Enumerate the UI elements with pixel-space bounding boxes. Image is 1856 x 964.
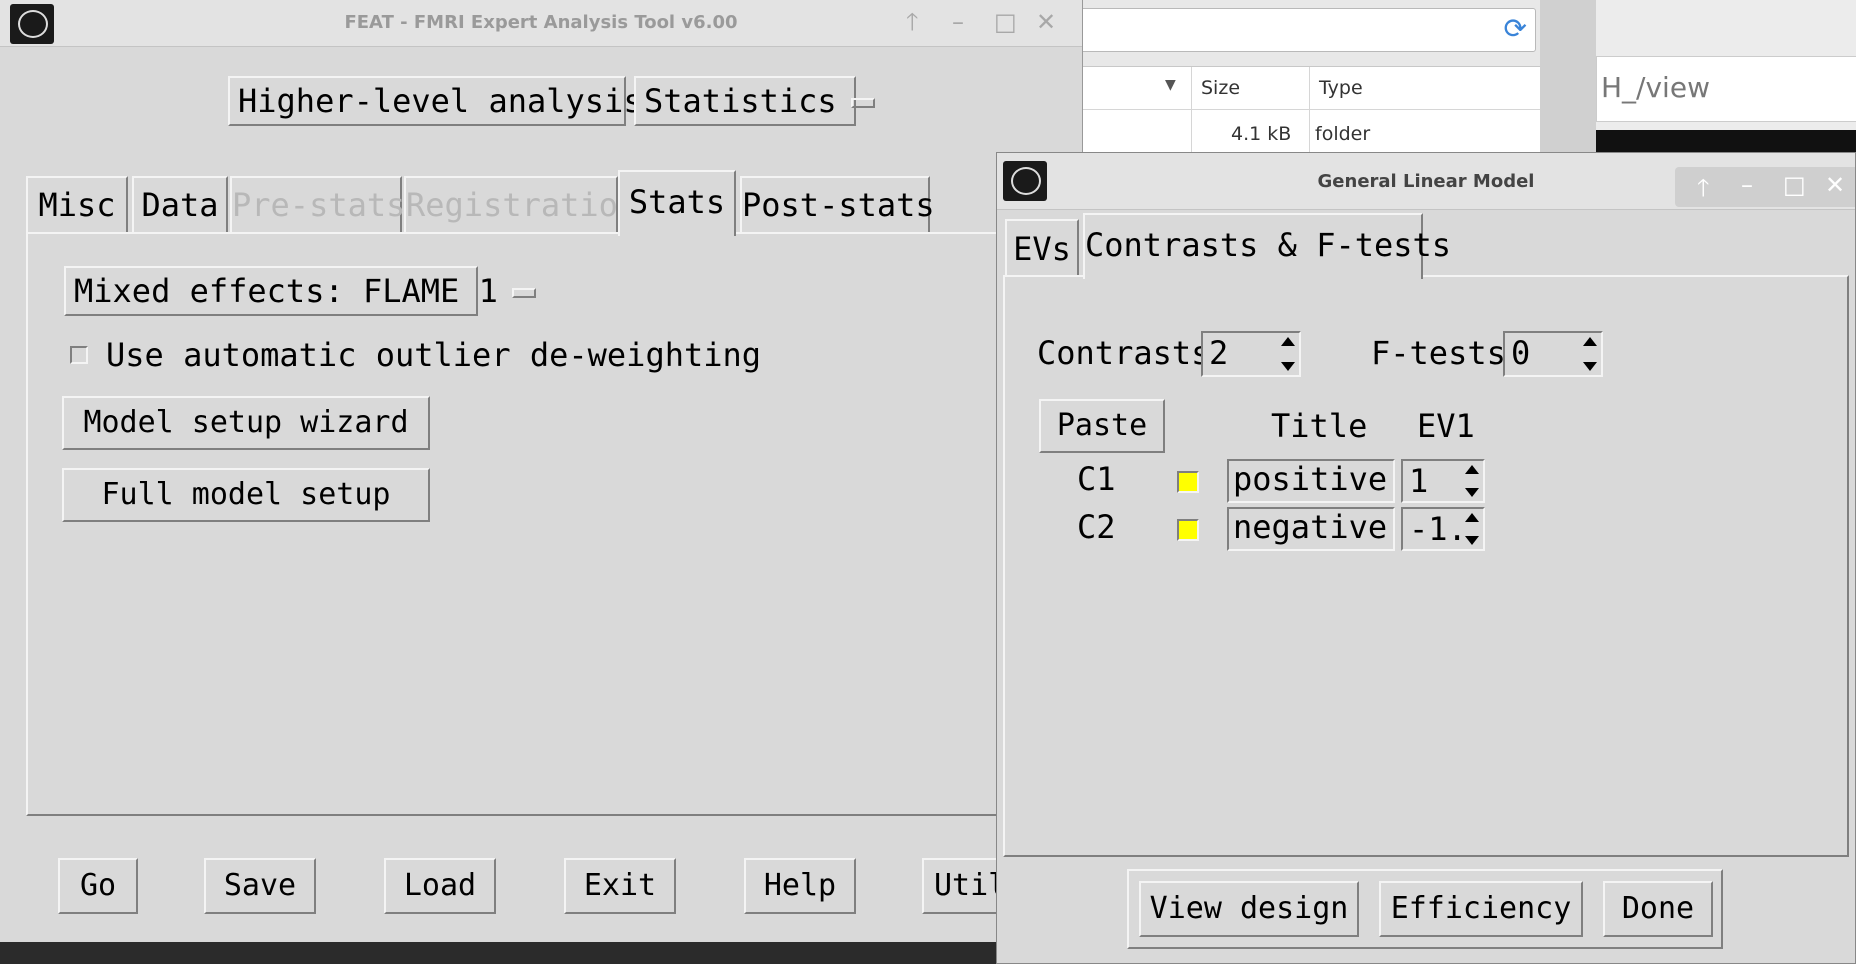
- glm-window: General Linear Model 🡑 – □ ✕ EVs Contras…: [996, 152, 1856, 964]
- minimize-icon[interactable]: –: [952, 8, 964, 36]
- window-controls: 🡑 – □ ✕: [1675, 167, 1855, 207]
- spin-down-icon[interactable]: [1465, 488, 1479, 497]
- column-header-ev1: EV1: [1417, 407, 1475, 445]
- minimize-icon[interactable]: –: [1741, 171, 1753, 199]
- load-button[interactable]: Load: [384, 858, 496, 914]
- done-button[interactable]: Done: [1603, 881, 1713, 937]
- ftests-spinbox[interactable]: 0: [1503, 331, 1603, 377]
- feat-window: FEAT - FMRI Expert Analysis Tool v6.00 🡑…: [0, 0, 1083, 942]
- spin-down-icon[interactable]: [1583, 362, 1597, 371]
- efficiency-button[interactable]: Efficiency: [1379, 881, 1583, 937]
- model-setup-wizard-label: Model setup wizard: [83, 405, 409, 440]
- ftests-value: 0: [1511, 334, 1531, 372]
- tab-evs[interactable]: EVs: [1005, 219, 1079, 275]
- row-type: folder: [1315, 123, 1371, 145]
- view-design-button[interactable]: View design: [1139, 881, 1359, 937]
- help-button[interactable]: Help: [744, 858, 856, 914]
- tab-misc[interactable]: Misc: [26, 176, 128, 232]
- analysis-level-label: Higher-level analysis: [238, 82, 643, 120]
- contrast-ev1-spinbox[interactable]: -1.: [1401, 507, 1485, 551]
- contrast-title-input[interactable]: positive: [1227, 459, 1395, 503]
- mixed-effects-label: Mixed effects: FLAME 1: [74, 272, 498, 310]
- contrast-row-label: C1: [1077, 460, 1116, 498]
- tab-registration: Registration: [404, 176, 618, 232]
- load-label: Load: [403, 868, 477, 903]
- exit-button[interactable]: Exit: [564, 858, 676, 914]
- ftests-label: F-tests: [1371, 334, 1506, 372]
- spin-up-icon[interactable]: [1465, 513, 1479, 522]
- analysis-stage-menu[interactable]: Statistics: [634, 76, 875, 126]
- spin-up-icon[interactable]: [1465, 465, 1479, 474]
- save-button[interactable]: Save: [204, 858, 316, 914]
- maximize-icon[interactable]: □: [1783, 171, 1806, 199]
- window-title: FEAT - FMRI Expert Analysis Tool v6.00: [344, 12, 738, 33]
- full-model-setup-button[interactable]: Full model setup: [62, 468, 430, 522]
- contrasts-spinbox[interactable]: 2: [1201, 331, 1301, 377]
- tab-pre-stats: Pre-stats: [230, 176, 405, 232]
- column-divider: [1309, 67, 1310, 157]
- column-divider: [1191, 67, 1192, 157]
- spin-down-icon[interactable]: [1465, 536, 1479, 545]
- tab-contrasts-ftests[interactable]: Contrasts & F-tests: [1083, 213, 1451, 279]
- file-list-header: [1081, 67, 1541, 110]
- glm-titlebar[interactable]: General Linear Model 🡑 – □ ✕: [997, 153, 1855, 210]
- tab-data[interactable]: Data: [132, 176, 228, 232]
- column-header-title: Title: [1271, 407, 1368, 445]
- row-size: 4.1 kB: [1231, 123, 1292, 145]
- column-header-size[interactable]: Size: [1201, 77, 1240, 99]
- feat-titlebar[interactable]: FEAT - FMRI Expert Analysis Tool v6.00 🡑…: [0, 0, 1082, 47]
- outlier-checkbox[interactable]: [70, 346, 88, 364]
- model-setup-wizard-button[interactable]: Model setup wizard: [62, 396, 430, 450]
- contrast-ev1-value: 1: [1409, 462, 1429, 500]
- column-header-type[interactable]: Type: [1319, 77, 1363, 99]
- close-icon[interactable]: ✕: [1036, 8, 1056, 36]
- file-list: ▼ Size Type 4.1 kB folder: [1080, 66, 1542, 158]
- tab-post-stats[interactable]: Post-stats: [740, 176, 935, 232]
- raise-icon[interactable]: 🡑: [906, 8, 918, 36]
- mixed-effects-menu[interactable]: Mixed effects: FLAME 1: [64, 266, 536, 316]
- contrast-ev1-spinbox[interactable]: 1: [1401, 459, 1485, 503]
- paste-button[interactable]: Paste: [1039, 399, 1165, 453]
- go-button[interactable]: Go: [58, 858, 138, 914]
- refresh-icon[interactable]: ⟳: [1504, 15, 1527, 43]
- maximize-icon[interactable]: □: [994, 8, 1017, 36]
- save-label: Save: [223, 868, 297, 903]
- spin-down-icon[interactable]: [1281, 362, 1295, 371]
- view-design-label: View design: [1149, 891, 1349, 926]
- menu-indicator-icon: [511, 288, 536, 298]
- contrasts-value: 2: [1209, 334, 1229, 372]
- contrast-row-label: C2: [1077, 508, 1116, 546]
- contrast-ev1-value: -1.: [1409, 510, 1467, 548]
- raise-icon[interactable]: 🡑: [1697, 171, 1709, 212]
- sort-arrow-icon[interactable]: ▼: [1165, 77, 1176, 93]
- help-label: Help: [763, 868, 837, 903]
- go-label: Go: [79, 868, 117, 903]
- analysis-level-menu[interactable]: Higher-level analysis: [228, 76, 681, 126]
- contrast-row-checkbox[interactable]: [1177, 471, 1199, 493]
- exit-label: Exit: [583, 868, 657, 903]
- spin-up-icon[interactable]: [1583, 337, 1597, 346]
- outlier-label: Use automatic outlier de-weighting: [106, 336, 762, 374]
- location-bar[interactable]: ⟳: [1080, 8, 1536, 52]
- paste-label: Paste: [1056, 408, 1148, 443]
- efficiency-label: Efficiency: [1390, 891, 1572, 926]
- tab-stats[interactable]: Stats: [618, 170, 736, 236]
- close-icon[interactable]: ✕: [1825, 171, 1845, 199]
- window-edge: [1540, 0, 1596, 160]
- path-field[interactable]: H_/view: [1596, 56, 1856, 122]
- analysis-stage-label: Statistics: [644, 82, 837, 120]
- contrasts-label: Contrasts: [1037, 334, 1211, 372]
- stats-panel: [26, 232, 1082, 816]
- desktop-taskbar: [0, 942, 1040, 964]
- contrast-row-checkbox[interactable]: [1177, 519, 1199, 541]
- contrast-title-input[interactable]: negative: [1227, 507, 1395, 551]
- spin-up-icon[interactable]: [1281, 337, 1295, 346]
- done-label: Done: [1621, 891, 1695, 926]
- menu-indicator-icon: [850, 98, 875, 108]
- full-model-setup-label: Full model setup: [101, 477, 391, 512]
